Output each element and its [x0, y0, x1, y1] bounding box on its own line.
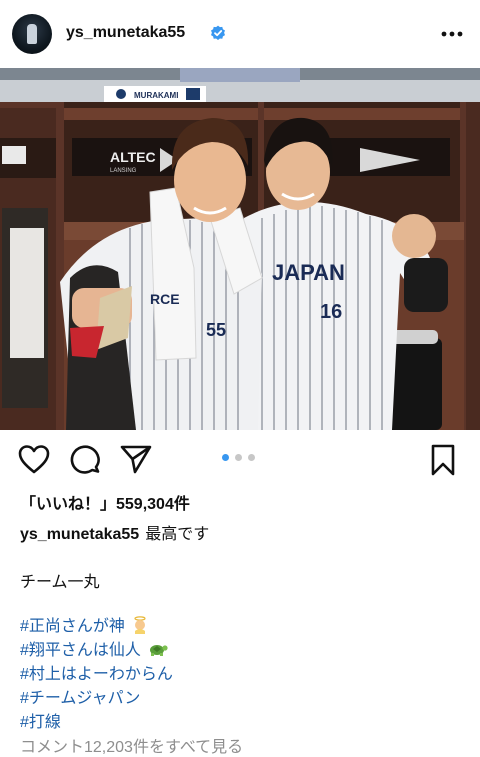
hashtag-link[interactable]: #チームジャパン [20, 684, 140, 708]
post-photo[interactable]: MURAKAMI ALTEC LANSING JAPAN 16 RCE 55 [0, 68, 480, 430]
hashtag-text: #正尚さんが神 [20, 618, 125, 635]
avatar[interactable] [12, 14, 52, 54]
verified-badge-icon [211, 25, 225, 40]
jersey-right-number: 16 [320, 301, 342, 323]
turtle-emoji-icon [150, 645, 168, 656]
comment-icon[interactable] [70, 444, 100, 474]
post-actions [0, 430, 480, 490]
hashtag-link[interactable]: #正尚さんが神 [20, 612, 149, 636]
bookmark-icon[interactable] [430, 444, 456, 476]
carousel-dot-active [222, 454, 229, 461]
carousel-indicator [222, 454, 262, 464]
caption-line-2: チーム一丸 [20, 574, 100, 591]
speaker-brand-left: ALTEC [110, 149, 156, 165]
caption-username[interactable]: ys_munetaka55 [20, 526, 139, 543]
caption: ys_munetaka55 最高です [20, 520, 209, 544]
heart-icon[interactable] [18, 444, 50, 474]
caption-text: 最高です [145, 526, 210, 543]
more-horizontal-icon[interactable] [438, 24, 466, 44]
jersey-left-number: 55 [206, 320, 226, 340]
hashtag-link[interactable]: #翔平さんは仙人 [20, 636, 169, 660]
speaker-brand-left-sub: LANSING [110, 168, 137, 174]
jersey-right-text: JAPAN [272, 260, 345, 285]
post-header: ys_munetaka55 [0, 0, 480, 68]
view-all-comments-link[interactable]: コメント12,203件をすべて見る [20, 733, 243, 757]
hashtag-link[interactable]: #打線 [20, 708, 61, 732]
hashtag-text: #翔平さんは仙人 [20, 642, 141, 659]
angel-emoji-icon [134, 616, 146, 634]
carousel-dot [235, 454, 242, 461]
likes-count[interactable]: 「いいね！」559,304件 [20, 490, 190, 514]
towel-text: RCE [150, 291, 180, 307]
locker-nameplate: MURAKAMI [134, 91, 178, 100]
carousel-dot [248, 454, 255, 461]
avatar-figure [27, 24, 37, 44]
hashtag-link[interactable]: #村上はよーわからん [20, 660, 173, 684]
post-username[interactable]: ys_munetaka55 [66, 24, 185, 42]
send-icon[interactable] [120, 444, 152, 474]
locker-room-photo: MURAKAMI ALTEC LANSING JAPAN 16 RCE 55 [0, 68, 480, 430]
